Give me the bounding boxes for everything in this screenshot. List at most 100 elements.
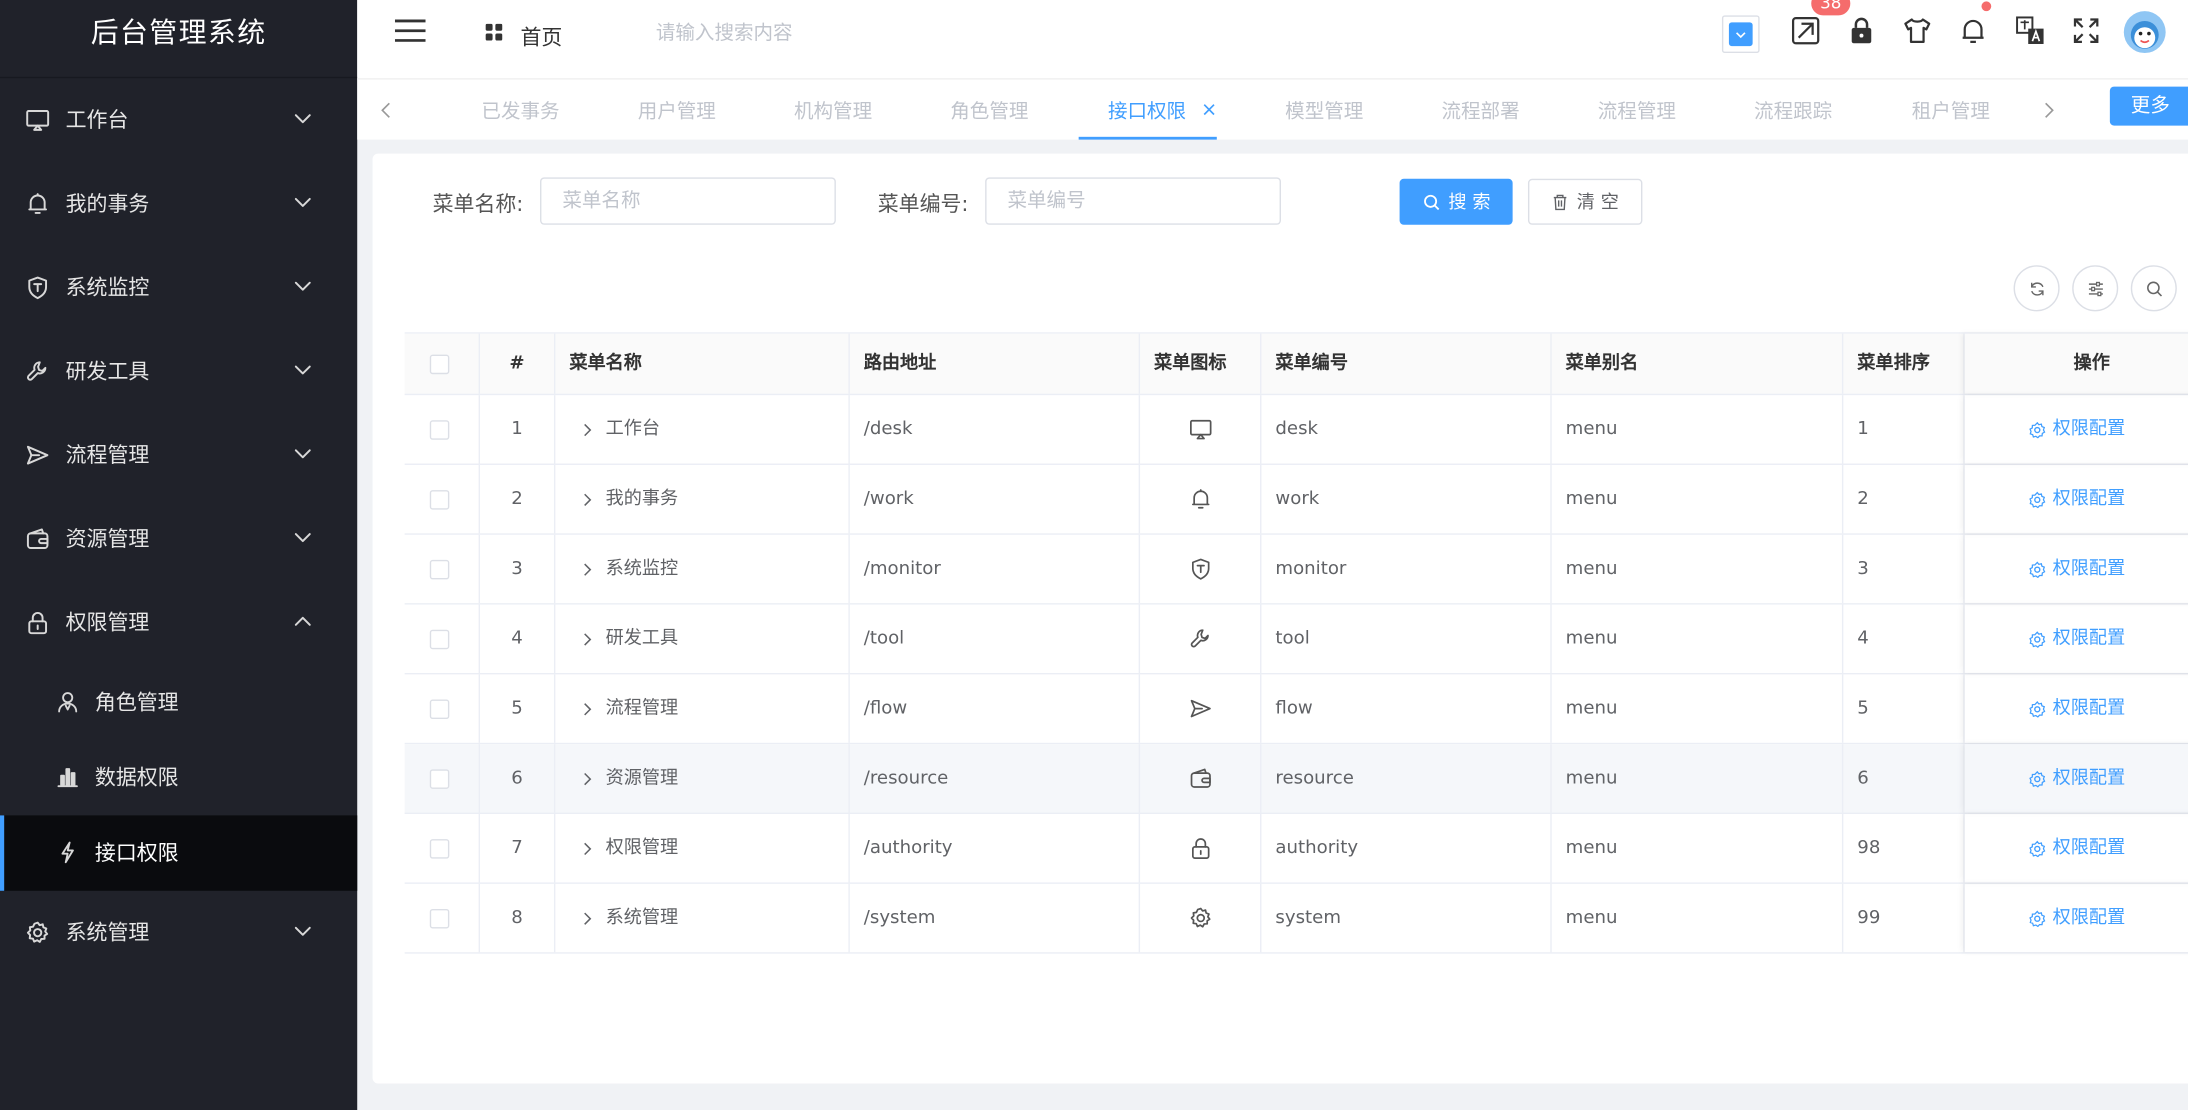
monitor-icon <box>1189 417 1213 441</box>
shield-icon <box>25 275 50 300</box>
row-checkbox[interactable] <box>429 699 450 720</box>
column-header: 菜单别名 <box>1552 333 1844 394</box>
menu-name-input[interactable] <box>540 177 836 225</box>
refresh-icon <box>2031 282 2044 296</box>
row-name-cell: 资源管理 <box>555 744 850 813</box>
table-header: # 菜单名称 路由地址 菜单图标 菜单编号 菜单别名 菜单排序 操作 <box>404 333 2188 396</box>
tab-flow-track[interactable]: 流程跟踪 <box>1754 80 1832 141</box>
sidebar-subitem-role[interactable]: 角色管理 <box>0 665 357 740</box>
chevron-right-icon[interactable] <box>583 563 592 577</box>
row-checkbox[interactable] <box>429 908 450 929</box>
lock-screen-icon[interactable] <box>1846 15 1877 46</box>
setting-icon <box>2029 421 2046 439</box>
chevron-right-icon[interactable] <box>583 772 592 786</box>
theme-shirt-icon[interactable] <box>1902 15 1933 46</box>
tab-scroll-right-icon[interactable] <box>2041 101 2055 121</box>
row-checkbox[interactable] <box>429 420 450 440</box>
chevron-down-icon <box>293 363 313 377</box>
column-header-label: 菜单图标 <box>1154 353 1227 375</box>
row-sort: 2 <box>1857 488 1869 510</box>
tab-api-scope[interactable]: 接口权限 <box>1078 80 1217 141</box>
tab-tenant-manage[interactable]: 租户管理 <box>1912 80 1990 141</box>
close-icon[interactable] <box>1203 103 1216 116</box>
search-icon <box>1424 194 1440 211</box>
setting-icon <box>2029 561 2046 579</box>
row-sort: 1 <box>1857 418 1869 440</box>
chevron-right-icon[interactable] <box>583 912 592 926</box>
global-search-input[interactable] <box>655 16 1075 51</box>
bell-icon[interactable] <box>1958 15 1989 46</box>
permission-config-label: 权限配置 <box>2052 698 2126 720</box>
row-alias-cell: menu <box>1552 395 1844 464</box>
tab-sent-affairs[interactable]: 已发事务 <box>481 80 559 141</box>
sidebar-item-desk[interactable]: 工作台 <box>0 78 357 162</box>
sidebar-item-label: 资源管理 <box>65 526 150 552</box>
column-header: # <box>480 333 556 394</box>
hamburger-menu-icon[interactable] <box>394 19 426 42</box>
row-index: 6 <box>480 744 556 813</box>
row-select-cell <box>405 464 481 534</box>
tab-model-manage[interactable]: 模型管理 <box>1285 80 1363 141</box>
refresh-button[interactable] <box>2013 265 2060 312</box>
search-button[interactable]: 搜 索 <box>1399 178 1513 225</box>
row-select-cell <box>405 604 481 673</box>
toggle-search-button[interactable] <box>2130 265 2177 312</box>
chevron-right-icon[interactable] <box>583 493 592 507</box>
row-alias: menu <box>1565 767 1618 789</box>
sidebar-item-flow[interactable]: 流程管理 <box>0 413 357 497</box>
chevron-right-icon[interactable] <box>583 632 592 646</box>
row-checkbox[interactable] <box>429 490 450 510</box>
tab-flow-deploy[interactable]: 流程部署 <box>1441 80 1519 141</box>
row-path: /resource <box>863 767 949 789</box>
sidebar-item-system[interactable]: 系统管理 <box>0 891 357 975</box>
sidebar-subitem-api-scope[interactable]: 接口权限 <box>0 815 358 891</box>
tab-flow-manage[interactable]: 流程管理 <box>1598 80 1676 141</box>
tab-user-manage[interactable]: 用户管理 <box>638 80 716 141</box>
notification-dot <box>1981 1 1992 12</box>
permission-config-label: 权限配置 <box>2052 418 2126 440</box>
sidebar-item-label: 权限管理 <box>65 610 150 636</box>
tab-org-manage[interactable]: 机构管理 <box>794 80 872 141</box>
sidebar-item-monitor[interactable]: 系统监控 <box>0 246 357 330</box>
column-settings-button[interactable] <box>2072 265 2119 312</box>
row-sort-cell: 98 <box>1843 813 1965 883</box>
row-checkbox[interactable] <box>429 629 450 650</box>
sidebar-item-work[interactable]: 我的事务 <box>0 162 357 246</box>
tab-scroll-left-icon[interactable] <box>380 101 394 121</box>
column-header: 菜单图标 <box>1140 333 1262 394</box>
more-tabs-button[interactable]: 更多 <box>2109 86 2188 126</box>
wrench-icon <box>1189 627 1213 651</box>
sidebar-item-resource[interactable]: 资源管理 <box>0 497 357 581</box>
user-avatar[interactable] <box>2123 11 2166 54</box>
row-checkbox[interactable] <box>429 839 450 859</box>
sidebar-subitem-data-scope[interactable]: 数据权限 <box>0 740 357 815</box>
main-panel: 菜单名称: 菜单编号: 搜 索 清 空 # 菜单名称 路由地址 <box>372 153 2188 1084</box>
menu-code-input[interactable] <box>985 177 1281 225</box>
row-alias: menu <box>1565 907 1618 929</box>
color-picker-button[interactable] <box>1721 15 1760 54</box>
row-alias-cell: menu <box>1552 883 1844 953</box>
row-code-cell: tool <box>1261 604 1552 673</box>
fullscreen-icon[interactable] <box>2071 15 2102 46</box>
bug-log-icon[interactable] <box>1790 15 1821 46</box>
row-checkbox[interactable] <box>429 769 450 789</box>
clear-button[interactable]: 清 空 <box>1527 178 1643 225</box>
select-all-checkbox[interactable] <box>429 354 450 375</box>
chevron-right-icon[interactable] <box>583 842 592 856</box>
clear-button-label: 清 空 <box>1576 192 1619 214</box>
sidebar-item-tool[interactable]: 研发工具 <box>0 330 357 414</box>
row-path-cell: /system <box>850 883 1141 953</box>
language-icon[interactable] <box>2015 15 2046 46</box>
sidebar-item-authority[interactable]: 权限管理 <box>0 581 357 665</box>
row-alias-cell: menu <box>1552 674 1844 743</box>
chevron-right-icon[interactable] <box>583 423 592 437</box>
tab-role-manage[interactable]: 角色管理 <box>950 80 1028 141</box>
row-checkbox[interactable] <box>429 559 450 580</box>
lightning-icon <box>56 841 80 865</box>
row-alias-cell: menu <box>1552 813 1844 883</box>
chevron-right-icon[interactable] <box>583 702 592 716</box>
sidebar-subitem-label: 数据权限 <box>94 765 179 791</box>
setting-icon <box>2029 491 2046 509</box>
row-path: /work <box>863 488 914 510</box>
row-menu-name: 研发工具 <box>605 628 679 650</box>
